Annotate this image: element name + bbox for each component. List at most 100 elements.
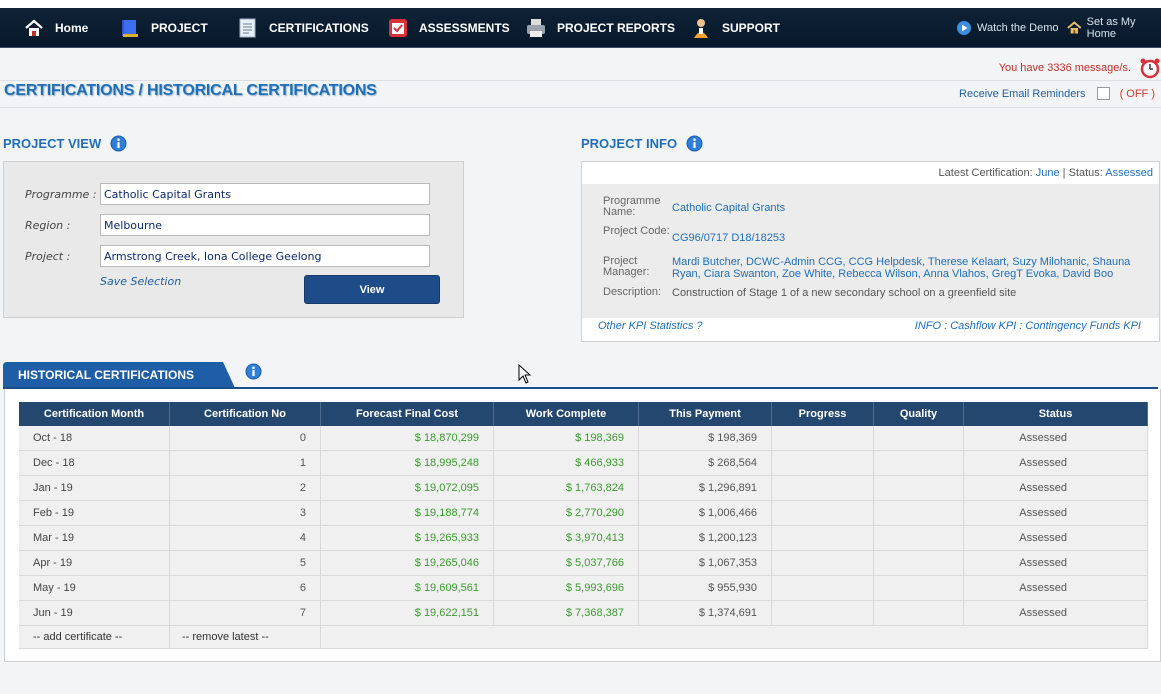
table-cell: Jan - 19 — [19, 475, 170, 501]
col-header[interactable]: Quality — [873, 402, 964, 426]
table-cell: $ 1,200,123 — [638, 525, 772, 551]
programme-name-link[interactable]: Catholic Capital Grants — [672, 196, 1142, 218]
table-cell: 6 — [169, 575, 321, 601]
table-cell: 1 — [169, 450, 321, 476]
table-cell: 4 — [169, 525, 321, 551]
table-cell: $ 1,763,824 — [493, 475, 639, 501]
table-cell: Assessed — [963, 500, 1148, 526]
col-header[interactable]: Certification No — [169, 402, 321, 426]
programme-name-label: Programme Name: — [603, 195, 661, 218]
table-cell: $ 18,995,248 — [320, 450, 494, 476]
set-home-link[interactable]: Set as My Home — [1067, 8, 1161, 47]
table-cell: $ 19,188,774 — [320, 500, 494, 526]
table-cell: Assessed — [963, 525, 1148, 551]
region-field[interactable]: Melbourne — [100, 214, 430, 236]
table-cell — [771, 475, 874, 501]
table-header-row: Certification Month Certification No For… — [19, 402, 1148, 426]
project-info-heading: PROJECT INFO — [581, 135, 703, 152]
table-cell — [771, 550, 874, 576]
add-certificate-button[interactable]: -- add certificate -- — [19, 625, 170, 649]
manager-links[interactable]: Mardi Butcher, DCWC-Admin CCG, CCG Helpd… — [672, 256, 1142, 280]
col-header[interactable]: This Payment — [638, 402, 772, 426]
table-cell: $ 198,369 — [493, 426, 639, 451]
col-header[interactable]: Work Complete — [493, 402, 639, 426]
reminder-state: ( OFF ) — [1119, 87, 1155, 100]
divider — [0, 80, 1161, 81]
table-cell — [873, 426, 964, 451]
project-field[interactable]: Armstrong Creek, Iona College Geelong — [100, 245, 430, 267]
table-row[interactable]: Jun - 19 7 $ 19,622,151 $ 7,368,387 $ 1,374,… — [19, 600, 1148, 626]
table-cell — [873, 525, 964, 551]
table-row[interactable]: Dec - 18 1 $ 18,995,248 $ 466,933 $ 268,564 A… — [19, 450, 1148, 476]
nav-assessments[interactable]: ASSESSMENTS — [387, 8, 510, 47]
nav-certifications[interactable]: CERTIFICATIONS — [237, 8, 369, 47]
programme-field[interactable]: Catholic Capital Grants — [100, 183, 430, 205]
info-kpi-links[interactable]: INFO : Cashflow KPI : Contingency Funds … — [915, 320, 1141, 332]
table-cell — [873, 575, 964, 601]
table-cell: 7 — [169, 600, 321, 626]
table-cell: $ 268,564 — [638, 450, 772, 476]
reminder-checkbox[interactable] — [1096, 87, 1110, 100]
col-header[interactable]: Forecast Final Cost — [320, 402, 494, 426]
status-link[interactable]: Assessed — [1105, 167, 1153, 179]
info-icon[interactable] — [110, 135, 127, 152]
table-cell: $ 198,369 — [638, 426, 772, 451]
table-cell: Assessed — [963, 550, 1148, 576]
table-row[interactable]: Mar - 19 4 $ 19,265,933 $ 3,970,413 $ 1,200,… — [19, 525, 1148, 551]
table-row[interactable]: Feb - 19 3 $ 19,188,774 $ 2,770,290 $ 1,006,… — [19, 500, 1148, 526]
info-icon[interactable] — [245, 363, 262, 380]
table-row[interactable]: Oct - 18 0 $ 18,870,299 $ 198,369 $ 198,369 A… — [19, 426, 1148, 451]
table-cell: $ 5,993,696 — [493, 575, 639, 601]
table-cell — [771, 426, 874, 451]
nav-home[interactable]: Home — [23, 8, 88, 47]
mouse-cursor-icon — [518, 364, 532, 384]
house-icon — [1067, 20, 1082, 33]
watch-demo-link[interactable]: Watch the Demo — [956, 8, 1059, 47]
info-icon[interactable] — [686, 135, 703, 152]
play-circle-icon — [957, 20, 971, 35]
remove-latest-button[interactable]: -- remove latest -- — [169, 625, 321, 649]
table-cell: Jun - 19 — [19, 600, 170, 626]
table-cell: 5 — [169, 550, 321, 576]
project-code-label: Project Code: — [603, 225, 670, 237]
description-label: Description: — [603, 286, 662, 298]
save-selection-link[interactable]: Save Selection — [100, 275, 181, 288]
nav-home-label: Home — [55, 20, 89, 35]
project-label: Project : — [25, 249, 71, 263]
nav-support[interactable]: SUPPORT — [690, 8, 780, 47]
nav-project-label: PROJECT — [151, 20, 208, 35]
table-row[interactable]: Apr - 19 5 $ 19,265,046 $ 5,037,766 $ 1,067,… — [19, 550, 1148, 576]
latest-month-link[interactable]: June — [1036, 167, 1060, 179]
table-cell — [771, 525, 874, 551]
table-cell: $ 19,609,561 — [320, 575, 494, 601]
col-header[interactable]: Status — [963, 402, 1148, 426]
table-cell: 2 — [169, 475, 321, 501]
table-row[interactable]: May - 19 6 $ 19,609,561 $ 5,993,696 $ 955,93… — [19, 575, 1148, 601]
programme-label: Programme : — [25, 187, 97, 201]
table-cell: $ 19,622,151 — [320, 600, 494, 626]
project-info-details: Programme Name: Catholic Capital Grants … — [582, 184, 1159, 318]
table-cell — [771, 575, 874, 601]
table-cell: Assessed — [963, 475, 1148, 501]
historical-tab[interactable]: HISTORICAL CERTIFICATIONS — [18, 368, 194, 382]
main-nav: Home PROJECT CERTIFICATIONS ASSESSMENTS … — [0, 8, 1161, 48]
programme-row: Programme : Catholic Capital Grants — [4, 183, 430, 205]
col-header[interactable]: Progress — [771, 402, 874, 426]
col-header[interactable]: Certification Month — [19, 402, 170, 426]
message-count[interactable]: You have 3336 message/s. — [999, 62, 1131, 74]
other-kpi-link[interactable]: Other KPI Statistics ? — [598, 320, 703, 332]
page-title: CERTIFICATIONS / HISTORICAL CERTIFICATIO… — [4, 82, 377, 99]
table-cell — [873, 550, 964, 576]
region-row: Region : Melbourne — [4, 214, 430, 236]
table-cell: Feb - 19 — [19, 500, 170, 526]
table-cell: Dec - 18 — [19, 450, 170, 476]
table-cell — [873, 450, 964, 476]
project-code-link[interactable]: CG96/0717 D18/18253 — [672, 226, 1142, 244]
view-button[interactable]: View — [304, 275, 440, 304]
table-cell — [771, 600, 874, 626]
nav-project-reports[interactable]: PROJECT REPORTS — [525, 8, 675, 47]
table-cell: May - 19 — [19, 575, 170, 601]
alarm-clock-icon[interactable] — [1139, 57, 1161, 79]
nav-project[interactable]: PROJECT — [119, 8, 208, 47]
table-row[interactable]: Jan - 19 2 $ 19,072,095 $ 1,763,824 $ 1,296,… — [19, 475, 1148, 501]
